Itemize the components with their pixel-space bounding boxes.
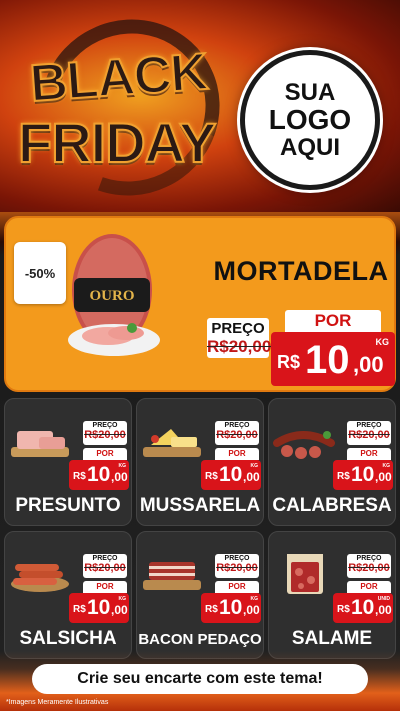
price-decimal: ,00 <box>375 470 392 484</box>
price-decimal: ,00 <box>243 603 260 617</box>
old-price-box: PREÇO R$20,00 <box>83 421 127 445</box>
old-price-box: PREÇO R$20,00 <box>83 554 127 578</box>
presunto-image <box>11 431 69 457</box>
product-name: BACON PEDAÇO <box>138 631 262 648</box>
logo-text-line3: AQUI <box>280 133 340 161</box>
price-label: PREÇO <box>356 555 382 562</box>
product-card-mussarela[interactable]: PREÇO R$20,00 POR R$ 10 ,00 KG MUSSARELA <box>136 398 264 526</box>
currency: R$ <box>205 604 218 615</box>
old-price: R$20,00 <box>216 429 258 441</box>
new-price-box: R$ 10 ,00 KG <box>69 460 129 490</box>
price-integer: 10 <box>305 338 350 382</box>
por-label: POR <box>215 581 259 593</box>
por-label: POR <box>83 448 127 460</box>
currency: R$ <box>73 604 86 615</box>
price-integer: 10 <box>351 463 375 486</box>
black-title: BLACK <box>27 42 210 114</box>
new-price-box: R$ 10 ,00 KG <box>201 593 261 623</box>
price-integer: 10 <box>219 463 243 486</box>
logo-text-line1: SUA <box>284 79 336 107</box>
product-card-bacon[interactable]: PREÇO R$20,00 POR R$ 10 ,00 KG BACON PED… <box>136 531 264 659</box>
old-price-box: PREÇO R$20,00 <box>347 554 391 578</box>
discount-badge: -50% <box>14 242 66 304</box>
old-price: R$20,00 <box>216 562 258 574</box>
price-unit: KG <box>250 596 259 602</box>
old-price: R$20,00 <box>84 429 126 441</box>
new-price-box: R$ 10 ,00 UNID <box>333 593 393 623</box>
currency: R$ <box>277 352 301 372</box>
old-price-box: PREÇO R$20,00 <box>215 554 259 578</box>
mortadela-image: OURO <box>68 234 160 356</box>
price-unit: UNID <box>377 596 390 602</box>
price-unit: KG <box>375 337 390 347</box>
hero-offer-card[interactable]: -50% OURO MORTADELA PREÇO R$20,00 POR R$… <box>4 216 396 392</box>
currency: R$ <box>205 471 218 482</box>
price-label: PREÇO <box>92 422 118 429</box>
salame-image <box>287 554 323 594</box>
price-label: PREÇO <box>224 422 250 429</box>
price-decimal: ,00 <box>111 603 128 617</box>
currency: R$ <box>73 471 86 482</box>
logo-placeholder[interactable]: SUA LOGO AQUI <box>240 50 380 190</box>
old-price: R$20,00 <box>207 337 272 356</box>
flyer-page: BLACK FRIDAY SUA LOGO AQUI -50% OURO MOR… <box>0 0 400 711</box>
price-label: PREÇO <box>224 555 250 562</box>
currency: R$ <box>337 604 350 615</box>
hero-product-name: MORTADELA <box>213 256 389 286</box>
product-card-calabresa[interactable]: PREÇO R$20,00 POR R$ 10 ,00 KG CALABRESA <box>268 398 396 526</box>
old-price-box: PREÇO R$20,00 <box>215 421 259 445</box>
new-price-box: R$ 10 ,00 KG <box>271 332 395 386</box>
price-unit: KG <box>118 596 127 602</box>
price-integer: 10 <box>87 596 111 619</box>
price-label: PREÇO <box>356 422 382 429</box>
old-price-box: PREÇO R$20,00 <box>347 421 391 445</box>
por-label: POR <box>285 310 381 332</box>
old-price: R$20,00 <box>84 562 126 574</box>
header-banner: BLACK FRIDAY SUA LOGO AQUI <box>0 0 400 212</box>
new-price-box: R$ 10 ,00 KG <box>333 460 393 490</box>
product-name: CALABRESA <box>272 495 392 516</box>
por-label: POR <box>347 581 391 593</box>
price-integer: 10 <box>219 596 243 619</box>
calabresa-image <box>273 431 335 459</box>
por-label: POR <box>83 581 127 593</box>
por-label: POR <box>215 448 259 460</box>
price-decimal: ,00 <box>111 470 128 484</box>
old-price-box: PREÇO R$20,00 <box>207 318 272 358</box>
brand-label: OURO <box>90 288 135 304</box>
price-label: PREÇO <box>211 320 265 337</box>
mussarela-image <box>143 429 201 457</box>
price-unit: KG <box>382 463 391 469</box>
price-integer: 10 <box>351 596 375 619</box>
create-flyer-button[interactable]: Crie seu encarte com este tema! <box>32 664 368 694</box>
product-card-salame[interactable]: PREÇO R$20,00 POR R$ 10 ,00 UNID SALAME <box>268 531 396 659</box>
price-decimal: ,00 <box>375 603 392 617</box>
product-name: PRESUNTO <box>15 495 121 516</box>
new-price-box: R$ 10 ,00 KG <box>201 460 261 490</box>
price-label: PREÇO <box>92 555 118 562</box>
price-unit: KG <box>250 463 259 469</box>
old-price: R$20,00 <box>348 562 390 574</box>
product-card-presunto[interactable]: PREÇO R$20,00 POR R$ 10 ,00 KG PRESUNTO <box>4 398 132 526</box>
disclaimer-text: *Imagens Meramente Ilustrativas <box>6 699 109 706</box>
product-name: MUSSARELA <box>139 495 261 516</box>
logo-text-line2: LOGO <box>268 104 352 136</box>
product-name: SALAME <box>291 628 373 649</box>
product-card-salsicha[interactable]: PREÇO R$20,00 POR R$ 10 ,00 KG SALSICHA <box>4 531 132 659</box>
por-label: POR <box>347 448 391 460</box>
price-decimal: ,00 <box>353 352 384 377</box>
currency: R$ <box>337 471 350 482</box>
hero-price-tag: PREÇO R$20,00 POR R$ 10 ,00 KG <box>201 310 396 390</box>
price-integer: 10 <box>87 463 111 486</box>
new-price-box: R$ 10 ,00 KG <box>69 593 129 623</box>
price-decimal: ,00 <box>243 470 260 484</box>
product-name: SALSICHA <box>19 628 117 649</box>
old-price: R$20,00 <box>348 429 390 441</box>
price-unit: KG <box>118 463 127 469</box>
bacon-image <box>143 562 201 590</box>
salsicha-image <box>11 564 69 592</box>
friday-title: FRIDAY <box>17 110 217 175</box>
